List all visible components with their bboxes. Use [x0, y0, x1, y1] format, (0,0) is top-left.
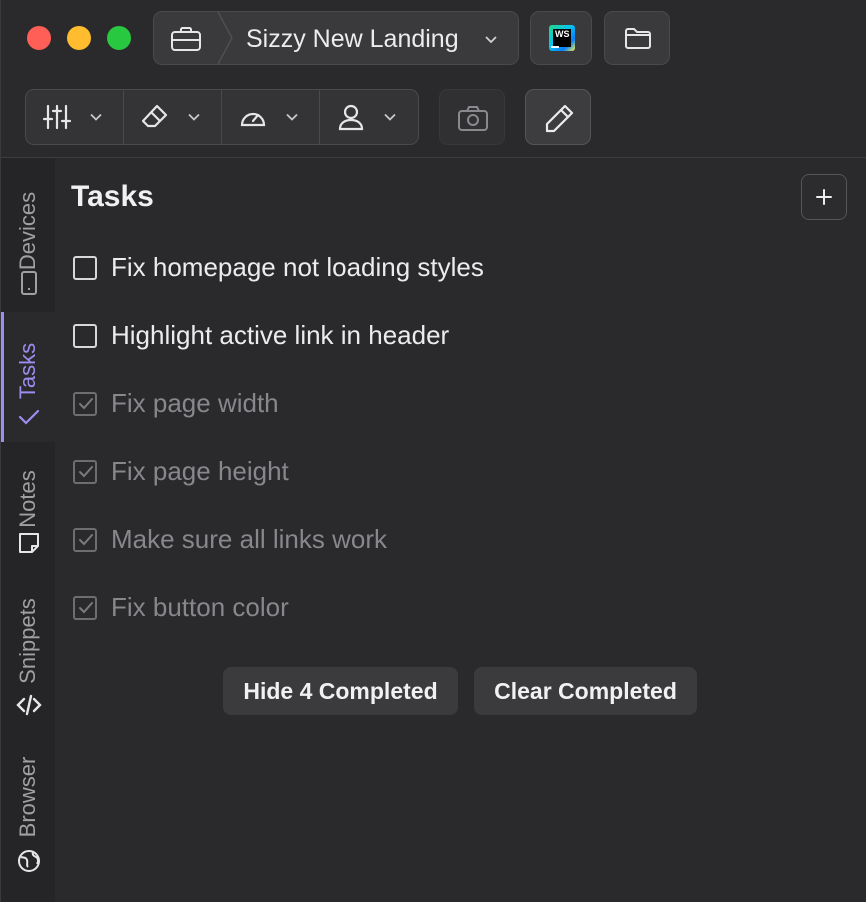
- tab-browser[interactable]: Browser: [1, 720, 55, 890]
- checkmark-icon: [79, 602, 93, 614]
- pencil-icon: [545, 104, 574, 133]
- open-in-webstorm-button[interactable]: WS: [530, 11, 592, 65]
- globe-icon: [18, 850, 40, 872]
- tab-devices[interactable]: Devices: [1, 158, 55, 310]
- tab-snippets[interactable]: Snippets: [1, 576, 55, 718]
- task-checkbox[interactable]: [73, 392, 97, 416]
- toolbar: [1, 78, 866, 158]
- briefcase-icon: [171, 27, 201, 51]
- tab-tasks[interactable]: Tasks: [1, 312, 55, 442]
- title-bar: Sizzy New Landing WS: [1, 0, 866, 78]
- tab-notes[interactable]: Notes: [1, 444, 55, 574]
- checkmark-icon: [79, 534, 93, 546]
- breadcrumb-separator: [217, 12, 233, 64]
- annotate-button[interactable]: [525, 89, 591, 145]
- chevron-down-icon: [384, 113, 396, 121]
- settings-dropdown[interactable]: [26, 90, 124, 144]
- webstorm-icon: WS: [549, 25, 575, 51]
- camera-icon: [458, 106, 488, 131]
- task-checkbox[interactable]: [73, 256, 97, 280]
- task-checkbox[interactable]: [73, 596, 97, 620]
- checkmark-icon: [79, 466, 93, 478]
- eraser-dropdown[interactable]: [124, 90, 222, 144]
- tab-notes-label: Notes: [15, 470, 40, 528]
- task-item: Make sure all links work: [73, 522, 833, 562]
- task-item: Fix button color: [73, 590, 833, 630]
- zoom-window-button[interactable]: [107, 26, 131, 50]
- performance-dropdown[interactable]: [222, 90, 320, 144]
- tasks-panel: Tasks Fix homepage not loading styles Hi…: [55, 158, 866, 902]
- checkmark-icon: [79, 398, 93, 410]
- user-icon: [338, 104, 364, 131]
- task-item: Fix page width: [73, 386, 833, 426]
- task-item: Highlight active link in header: [73, 318, 833, 358]
- clear-completed-button[interactable]: Clear Completed: [474, 667, 697, 715]
- task-text[interactable]: Fix page width: [111, 388, 279, 419]
- tab-devices-label: Devices: [15, 191, 40, 271]
- hide-completed-button[interactable]: Hide 4 Completed: [223, 667, 458, 715]
- phone-icon: [21, 271, 37, 295]
- task-item: Fix page height: [73, 454, 833, 494]
- add-task-button[interactable]: [801, 174, 847, 220]
- plus-icon: [816, 189, 832, 205]
- task-text[interactable]: Fix page height: [111, 456, 289, 487]
- task-text[interactable]: Highlight active link in header: [111, 320, 449, 351]
- chevron-down-icon: [286, 113, 298, 121]
- chevron-down-icon: [485, 36, 497, 44]
- task-item: Fix homepage not loading styles: [73, 250, 833, 290]
- open-folder-button[interactable]: [604, 11, 670, 65]
- task-text[interactable]: Fix button color: [111, 592, 289, 623]
- project-switcher[interactable]: Sizzy New Landing: [153, 11, 519, 65]
- chevron-down-icon: [188, 113, 200, 121]
- folder-icon: [625, 28, 651, 49]
- app-window: Sizzy New Landing WS Devices Tasks Notes…: [0, 0, 866, 902]
- speedometer-icon: [240, 112, 266, 127]
- minimize-window-button[interactable]: [67, 26, 91, 50]
- tab-browser-label: Browser: [15, 756, 40, 838]
- screenshot-button[interactable]: [439, 89, 505, 145]
- tab-tasks-label: Tasks: [15, 342, 40, 400]
- project-name: Sizzy New Landing: [246, 25, 459, 53]
- chevron-down-icon: [90, 113, 102, 121]
- task-checkbox[interactable]: [73, 324, 97, 348]
- task-checkbox[interactable]: [73, 528, 97, 552]
- task-text[interactable]: Fix homepage not loading styles: [111, 252, 484, 283]
- sliders-icon: [42, 104, 72, 130]
- eraser-icon: [141, 104, 168, 128]
- side-panel-tabs: Devices Tasks Notes Snippets Browser: [1, 158, 55, 902]
- tab-snippets-label: Snippets: [15, 598, 40, 684]
- webstorm-logo-text: WS: [555, 29, 570, 39]
- check-icon: [18, 409, 40, 425]
- sticky-note-icon: [19, 533, 39, 553]
- close-window-button[interactable]: [27, 26, 51, 50]
- task-text[interactable]: Make sure all links work: [111, 524, 387, 555]
- toolbar-dropdown-group: [25, 89, 419, 145]
- page-title: Tasks: [71, 180, 154, 213]
- user-dropdown[interactable]: [320, 90, 418, 144]
- task-checkbox[interactable]: [73, 460, 97, 484]
- code-icon: [16, 694, 42, 716]
